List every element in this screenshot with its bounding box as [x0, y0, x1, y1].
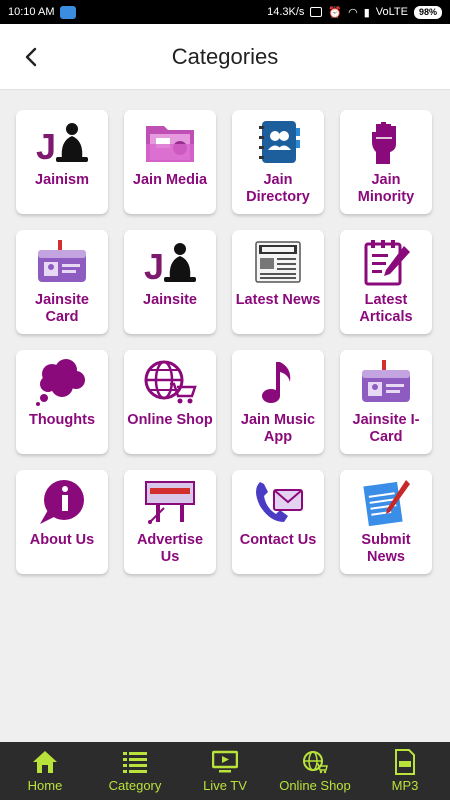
nav-label: Online Shop — [279, 778, 351, 793]
globe-cart-icon — [141, 356, 199, 408]
page-title: Categories — [171, 44, 279, 69]
categories-grid: J Jainism Jain Media Jain Directory Jain… — [16, 110, 434, 574]
category-label: Advertise Us — [136, 532, 204, 565]
category-latest-news[interactable]: Latest News — [232, 230, 324, 334]
globe-cart-icon — [301, 748, 329, 776]
category-label: Jain Music App — [240, 412, 316, 445]
id-card-icon — [33, 236, 91, 288]
category-label: Online Shop — [127, 412, 213, 428]
mp3-file-icon — [391, 748, 419, 776]
category-label: Jainsite I-Card — [352, 412, 420, 445]
nav-online-shop[interactable]: Online Shop — [270, 742, 360, 800]
category-label: Contact Us — [239, 532, 317, 548]
nav-label: Live TV — [203, 778, 247, 793]
category-label: Thoughts — [28, 412, 96, 428]
vibrate-icon — [310, 7, 323, 17]
category-jain-music-app[interactable]: Jain Music App — [232, 350, 324, 454]
category-jainsite-card[interactable]: Jainsite Card — [16, 230, 108, 334]
category-label: Jain Media — [132, 172, 208, 188]
category-jainsite[interactable]: J Jainsite — [124, 230, 216, 334]
jainsite-logo-icon: J — [141, 236, 199, 288]
contact-book-icon — [249, 116, 307, 168]
category-jainism[interactable]: J Jainism — [16, 110, 108, 214]
wifi-icon: ◠ — [348, 6, 358, 19]
battery-level: 98% — [418, 7, 437, 17]
category-jain-minority[interactable]: Jain Minority — [340, 110, 432, 214]
svg-text:J: J — [36, 126, 56, 165]
info-bubble-icon — [33, 476, 91, 528]
nav-category[interactable]: Category — [90, 742, 180, 800]
nav-live-tv[interactable]: Live TV — [180, 742, 270, 800]
category-jainsite-i-card[interactable]: Jainsite I-Card — [340, 350, 432, 454]
category-label: Jain Directory — [246, 172, 310, 205]
category-advertise-us[interactable]: Advertise Us — [124, 470, 216, 574]
category-label: About Us — [29, 532, 95, 548]
list-icon — [121, 748, 149, 776]
cloud-icon — [60, 5, 77, 19]
status-speed: 14.3K/s — [267, 6, 305, 18]
category-label: Jainsite Card — [35, 292, 89, 325]
category-about-us[interactable]: About Us — [16, 470, 108, 574]
status-time: 10:10 AM — [8, 6, 55, 18]
category-label: Jainsite — [143, 292, 197, 308]
notepad-pen-icon — [357, 476, 415, 528]
home-icon — [31, 748, 59, 776]
nav-label: Category — [108, 778, 162, 793]
category-submit-news[interactable]: Submit News — [340, 470, 432, 574]
app-header: Categories — [0, 24, 450, 90]
category-jain-directory[interactable]: Jain Directory — [232, 110, 324, 214]
category-contact-us[interactable]: Contact Us — [232, 470, 324, 574]
signal-icon: ▮ — [363, 6, 370, 19]
nav-label: Home — [27, 778, 63, 793]
nav-label: MP3 — [391, 778, 419, 793]
battery-icon: 98% — [413, 5, 442, 19]
category-label: Jainism — [35, 172, 89, 188]
category-label: Latest News — [235, 292, 321, 308]
id-card-icon — [357, 356, 415, 408]
folder-media-icon — [141, 116, 199, 168]
bottom-nav: Home Category Live TV Online Shop MP3 — [0, 742, 450, 800]
nav-home[interactable]: Home — [0, 742, 90, 800]
category-thoughts[interactable]: Thoughts — [16, 350, 108, 454]
category-latest-articals[interactable]: Latest Articals — [340, 230, 432, 334]
category-label: Latest Articals — [359, 292, 413, 325]
music-note-icon — [249, 356, 307, 408]
phone-envelope-icon — [249, 476, 307, 528]
svg-text:J: J — [144, 246, 164, 285]
status-network: VoLTE — [375, 6, 408, 18]
billboard-icon — [141, 476, 199, 528]
status-bar: 10:10 AM 14.3K/s ⏰ ◠ ▮ VoLTE 98% — [0, 0, 450, 24]
notepad-pencil-icon — [357, 236, 415, 288]
alarm-icon: ⏰ — [328, 6, 343, 19]
category-jain-media[interactable]: Jain Media — [124, 110, 216, 214]
jainism-logo-icon: J — [33, 116, 91, 168]
category-label: Jain Minority — [357, 172, 415, 205]
nav-mp3[interactable]: MP3 — [360, 742, 450, 800]
category-online-shop[interactable]: Online Shop — [124, 350, 216, 454]
tv-icon — [211, 748, 239, 776]
newspaper-icon — [249, 236, 307, 288]
raised-fist-icon — [357, 116, 415, 168]
thought-bubble-icon — [33, 356, 91, 408]
category-label: Submit News — [361, 532, 411, 565]
